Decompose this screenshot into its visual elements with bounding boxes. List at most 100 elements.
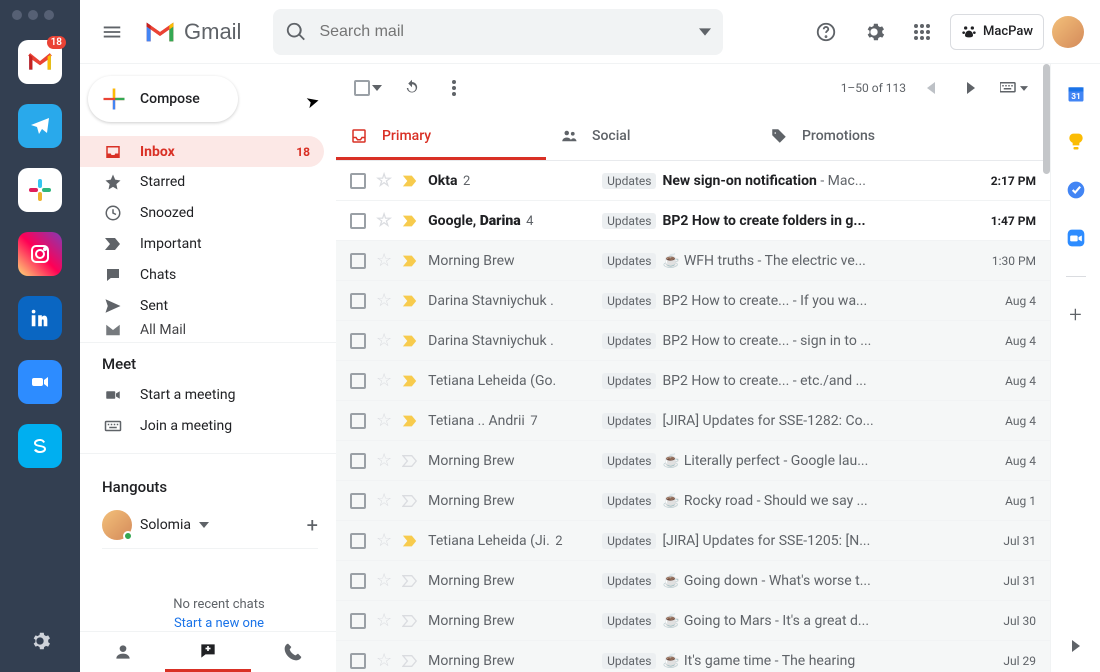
email-row[interactable]: ☆Morning BrewUpdates☕Going to Mars - It'…: [336, 601, 1050, 641]
importance-marker[interactable]: [402, 614, 418, 628]
email-row[interactable]: ☆Morning BrewUpdates☕It's game time - Th…: [336, 641, 1050, 672]
email-row[interactable]: ☆Tetiana Leheida (Go.UpdatesBP2 How to c…: [336, 361, 1050, 401]
next-page-button[interactable]: [956, 73, 986, 103]
star-toggle[interactable]: ☆: [376, 450, 392, 471]
hangouts-current-user[interactable]: Solomia +: [102, 502, 336, 548]
nav-inbox[interactable]: Inbox 18: [80, 136, 324, 167]
join-meeting[interactable]: Join a meeting: [80, 410, 336, 441]
tab-primary[interactable]: Primary: [336, 112, 546, 160]
row-checkbox[interactable]: [350, 293, 366, 309]
row-checkbox[interactable]: [350, 453, 366, 469]
row-checkbox[interactable]: [350, 173, 366, 189]
add-addon-button[interactable]: +: [1066, 305, 1086, 325]
star-toggle[interactable]: ☆: [376, 290, 392, 311]
row-checkbox[interactable]: [350, 533, 366, 549]
star-toggle[interactable]: ☆: [376, 170, 392, 191]
row-checkbox[interactable]: [350, 653, 366, 669]
star-toggle[interactable]: ☆: [376, 530, 392, 551]
main-menu-button[interactable]: [88, 8, 136, 56]
dock-app-slack[interactable]: [18, 168, 62, 212]
chevron-down-icon[interactable]: [372, 85, 382, 91]
scrollbar-thumb[interactable]: [1043, 161, 1050, 174]
email-list[interactable]: ☆Okta 2UpdatesNew sign-on notification -…: [336, 161, 1050, 672]
star-toggle[interactable]: ☆: [376, 330, 392, 351]
start-meeting[interactable]: Start a meeting: [80, 379, 336, 410]
support-button[interactable]: [806, 12, 846, 52]
dock-app-instagram[interactable]: [18, 232, 62, 276]
importance-marker[interactable]: [402, 174, 418, 188]
row-checkbox[interactable]: [350, 253, 366, 269]
org-chip[interactable]: MacPaw: [950, 14, 1044, 50]
importance-marker[interactable]: [402, 254, 418, 268]
dock-app-skype[interactable]: [18, 424, 62, 468]
zoom-addon[interactable]: [1066, 228, 1086, 248]
star-toggle[interactable]: ☆: [376, 370, 392, 391]
email-row[interactable]: ☆Darina Stavniychuk .UpdatesBP2 How to c…: [336, 281, 1050, 321]
apps-grid-button[interactable]: [902, 12, 942, 52]
window-traffic-lights[interactable]: [12, 10, 54, 20]
input-tools-button[interactable]: [996, 73, 1032, 103]
refresh-button[interactable]: [400, 76, 424, 100]
importance-marker[interactable]: [402, 654, 418, 668]
start-chat-link[interactable]: Start a new one: [102, 616, 336, 631]
nav-important[interactable]: Important: [80, 229, 324, 260]
nav-chats[interactable]: Chats: [80, 259, 324, 290]
tab-social[interactable]: Social: [546, 112, 756, 160]
hangouts-contacts-tab[interactable]: [80, 632, 165, 672]
dock-app-telegram[interactable]: [18, 104, 62, 148]
calendar-addon[interactable]: 31: [1066, 84, 1086, 104]
row-checkbox[interactable]: [350, 573, 366, 589]
search-input[interactable]: [319, 23, 687, 41]
compose-button[interactable]: Compose: [88, 76, 238, 122]
select-all-checkbox[interactable]: [354, 80, 382, 96]
dock-app-gmail[interactable]: 18: [18, 40, 62, 84]
importance-marker[interactable]: [402, 494, 418, 508]
star-toggle[interactable]: ☆: [376, 250, 392, 271]
importance-marker[interactable]: [402, 294, 418, 308]
email-row[interactable]: ☆Tetiana .. Andrii 7Updates[JIRA] Update…: [336, 401, 1050, 441]
row-checkbox[interactable]: [350, 413, 366, 429]
star-toggle[interactable]: ☆: [376, 570, 392, 591]
row-checkbox[interactable]: [350, 213, 366, 229]
settings-button[interactable]: [854, 12, 894, 52]
more-button[interactable]: [442, 76, 466, 100]
nav-snoozed[interactable]: Snoozed: [80, 198, 324, 229]
nav-all-mail[interactable]: All Mail: [80, 321, 324, 338]
email-row[interactable]: ☆Morning BrewUpdates☕Literally perfect -…: [336, 441, 1050, 481]
hangouts-chat-tab[interactable]: [165, 632, 250, 672]
dock-app-linkedin[interactable]: [18, 296, 62, 340]
new-chat-button[interactable]: +: [307, 513, 318, 537]
row-checkbox[interactable]: [350, 613, 366, 629]
nav-starred[interactable]: Starred: [80, 167, 324, 198]
keep-addon[interactable]: [1066, 132, 1086, 152]
tab-promotions[interactable]: Promotions: [756, 112, 966, 160]
email-row[interactable]: ☆Darina Stavniychuk .UpdatesBP2 How to c…: [336, 321, 1050, 361]
importance-marker[interactable]: [402, 374, 418, 388]
star-toggle[interactable]: ☆: [376, 610, 392, 631]
star-toggle[interactable]: ☆: [376, 650, 392, 671]
star-toggle[interactable]: ☆: [376, 410, 392, 431]
search-bar[interactable]: [273, 9, 723, 55]
gmail-logo[interactable]: Gmail: [144, 19, 241, 45]
importance-marker[interactable]: [402, 574, 418, 588]
search-options-icon[interactable]: [699, 26, 711, 38]
email-row[interactable]: ☆Morning BrewUpdates☕Going down - What's…: [336, 561, 1050, 601]
email-row[interactable]: ☆Okta 2UpdatesNew sign-on notification -…: [336, 161, 1050, 201]
importance-marker[interactable]: [402, 414, 418, 428]
email-row[interactable]: ☆Tetiana Leheida (Ji. 2Updates[JIRA] Upd…: [336, 521, 1050, 561]
importance-marker[interactable]: [402, 534, 418, 548]
email-row[interactable]: ☆Morning BrewUpdates☕WFH truths - The el…: [336, 241, 1050, 281]
row-checkbox[interactable]: [350, 493, 366, 509]
hangouts-phone-tab[interactable]: [251, 632, 336, 672]
row-checkbox[interactable]: [350, 333, 366, 349]
account-avatar[interactable]: [1052, 16, 1084, 48]
importance-marker[interactable]: [402, 454, 418, 468]
importance-marker[interactable]: [402, 214, 418, 228]
star-toggle[interactable]: ☆: [376, 210, 392, 231]
side-panel-toggle[interactable]: [1072, 640, 1080, 652]
email-row[interactable]: ☆Google, Darina 4UpdatesBP2 How to creat…: [336, 201, 1050, 241]
nav-sent[interactable]: Sent: [80, 290, 324, 321]
dock-app-zoom[interactable]: [18, 360, 62, 404]
prev-page-button[interactable]: [916, 73, 946, 103]
importance-marker[interactable]: [402, 334, 418, 348]
